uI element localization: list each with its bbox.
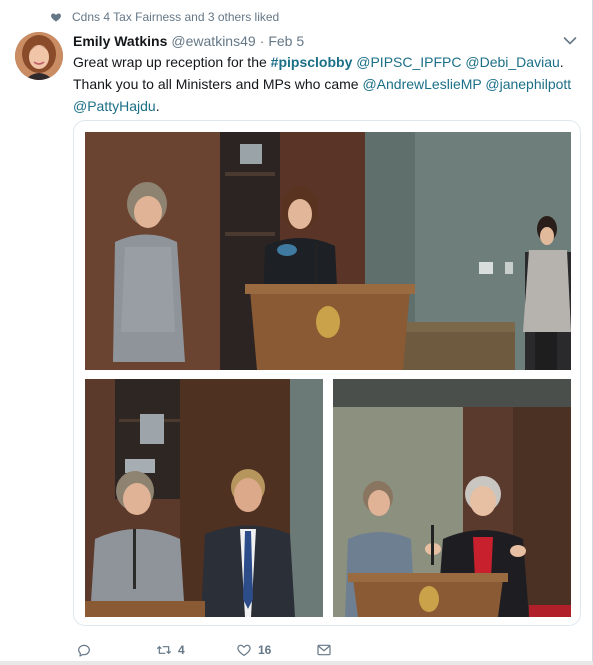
chevron-down-icon[interactable] — [563, 36, 577, 46]
tweet-timestamp[interactable]: Feb 5 — [268, 33, 304, 49]
avatar[interactable] — [15, 32, 63, 80]
separator-dot: · — [259, 33, 265, 49]
mention-link[interactable]: @PIPSC_IPFPC — [356, 54, 461, 70]
direct-message-button[interactable] — [316, 640, 332, 660]
tweet-text-part: . — [155, 98, 160, 114]
tweet-actions: 4 16 — [73, 640, 373, 660]
social-context: Cdns 4 Tax Fairness and 3 others liked — [50, 9, 279, 25]
tweet-header: Emily Watkins @ewatkins49 · Feb 5 — [73, 33, 304, 49]
photo-image — [333, 379, 571, 617]
media-grid — [73, 120, 581, 626]
mention-link[interactable]: @janephilpott — [485, 76, 571, 92]
photo-minister-speaking[interactable] — [333, 379, 571, 617]
like-button[interactable]: 16 — [236, 640, 271, 660]
photo-two-speakers[interactable] — [85, 379, 323, 617]
author-name[interactable]: Emily Watkins — [73, 33, 167, 49]
envelope-icon — [317, 644, 331, 656]
mention-link[interactable]: @AndrewLeslieMP — [362, 76, 481, 92]
heart-outline-icon — [237, 644, 251, 656]
mention-link[interactable]: @Debi_Daviau — [465, 54, 559, 70]
photo-image — [85, 132, 571, 370]
tweet-text-part: Great wrap up reception for the — [73, 54, 271, 70]
like-count: 16 — [258, 643, 272, 657]
avatar-image — [15, 32, 63, 80]
reply-button[interactable] — [76, 640, 92, 660]
mention-link[interactable]: @PattyHajdu — [73, 98, 156, 114]
social-context-text: Cdns 4 Tax Fairness and 3 others liked — [72, 10, 280, 24]
photo-podium-speech[interactable] — [85, 132, 571, 370]
retweet-count: 4 — [178, 643, 185, 657]
retweet-icon — [156, 645, 172, 655]
retweet-button[interactable]: 4 — [156, 640, 185, 660]
reply-icon — [78, 644, 90, 657]
tweet-text: Great wrap up reception for the #pipsclo… — [73, 51, 578, 117]
heart-icon — [51, 13, 61, 22]
photo-image — [85, 379, 323, 617]
author-handle[interactable]: @ewatkins49 — [171, 33, 255, 49]
hashtag-link[interactable]: #pipsclobby — [271, 54, 353, 70]
bottom-divider — [0, 661, 593, 665]
